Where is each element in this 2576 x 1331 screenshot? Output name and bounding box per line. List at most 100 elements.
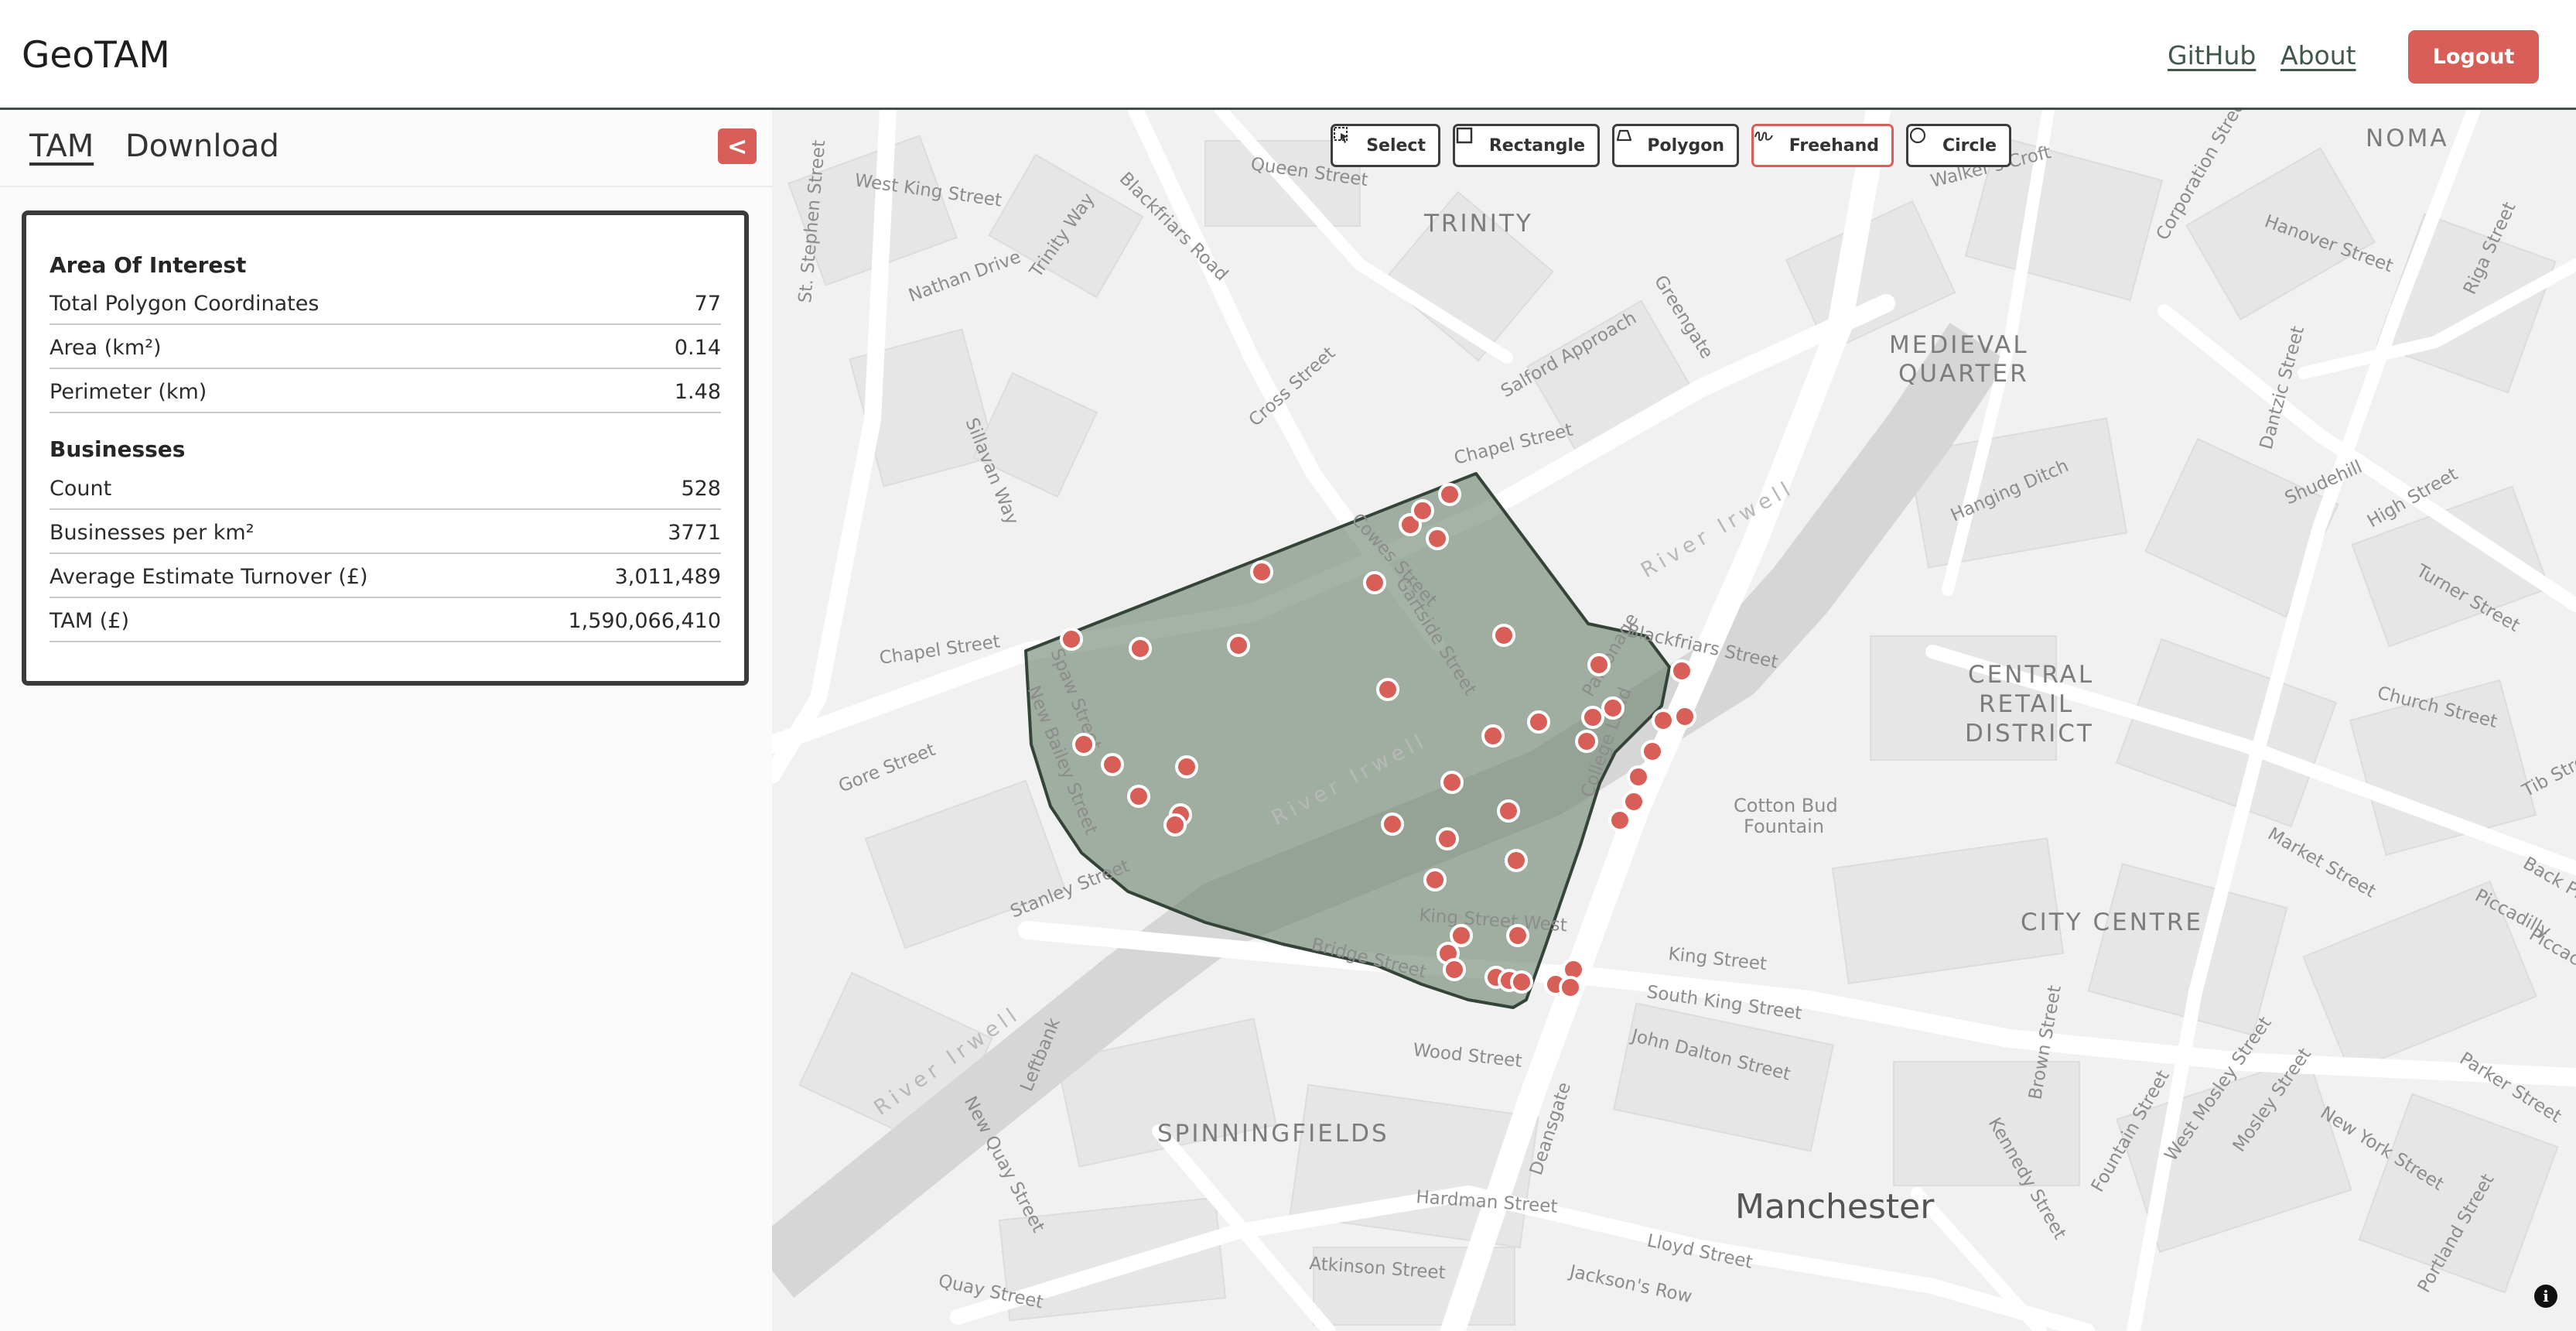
district-label: QUARTER <box>1898 360 2029 388</box>
business-marker[interactable] <box>1608 809 1631 832</box>
business-marker[interactable] <box>1127 785 1150 808</box>
stat-value: 1.48 <box>674 379 721 404</box>
stat-value: 3771 <box>668 520 721 545</box>
business-marker[interactable] <box>1601 696 1625 720</box>
business-marker[interactable] <box>1673 705 1696 728</box>
business-marker[interactable] <box>1506 924 1529 947</box>
business-marker[interactable] <box>1505 849 1528 872</box>
stat-row: Total Polygon Coordinates 77 <box>50 283 721 325</box>
street-label: Nathan Drive <box>906 247 1023 306</box>
district-label: RETAIL <box>1979 690 2074 718</box>
stat-row: Businesses per km² 3771 <box>50 512 721 554</box>
polygon-tool-button[interactable]: Polygon <box>1612 124 1739 167</box>
business-marker[interactable] <box>1443 958 1466 981</box>
business-marker[interactable] <box>1575 730 1598 753</box>
street-label: Lloyd Street <box>1645 1230 1754 1272</box>
business-marker[interactable] <box>1376 678 1399 701</box>
github-link[interactable]: GitHub <box>2168 40 2256 70</box>
district-label: CENTRAL <box>1968 661 2094 689</box>
circle-tool-button[interactable]: Circle <box>1906 124 2011 167</box>
rectangle-icon <box>1456 127 1481 156</box>
stat-value: 0.14 <box>674 335 721 360</box>
business-marker[interactable] <box>1436 827 1459 850</box>
business-marker[interactable] <box>1510 970 1533 994</box>
map-canvas[interactable]: TRINITY NOMA MEDIEVAL QUARTER CENTRAL RE… <box>772 110 2576 1331</box>
business-marker[interactable] <box>1227 634 1250 657</box>
stat-label: Businesses per km² <box>50 520 255 545</box>
map-layer[interactable]: TRINITY NOMA MEDIEVAL QUARTER CENTRAL RE… <box>772 110 2576 1331</box>
rectangle-tool-button[interactable]: Rectangle <box>1453 124 1600 167</box>
business-marker[interactable] <box>1363 571 1386 594</box>
stat-value: 528 <box>681 476 721 501</box>
business-marker[interactable] <box>1129 637 1152 660</box>
businesses-title: Businesses <box>50 436 186 462</box>
business-marker[interactable] <box>1559 976 1582 999</box>
business-marker[interactable] <box>1250 560 1273 583</box>
business-marker[interactable] <box>1163 813 1187 837</box>
logout-button[interactable]: Logout <box>2408 30 2539 84</box>
about-link[interactable]: About <box>2280 40 2356 70</box>
business-marker[interactable] <box>1581 706 1604 729</box>
business-marker[interactable] <box>1101 753 1124 776</box>
info-icon[interactable]: i <box>2534 1285 2557 1308</box>
business-marker[interactable] <box>1492 624 1515 647</box>
street-label: Market Street <box>2264 824 2379 902</box>
circle-icon <box>1909 127 1935 156</box>
sidebar: TAM Download < Area Of Interest Total Po… <box>0 110 772 1331</box>
street-label: Wood Street <box>1412 1040 1522 1072</box>
business-marker[interactable] <box>1060 628 1083 651</box>
stat-label: Average Estimate Turnover (£) <box>50 564 368 589</box>
tool-label: Select <box>1366 135 1426 156</box>
business-marker[interactable] <box>1381 813 1404 836</box>
river-label: River Irwell <box>1637 476 1799 583</box>
stat-row: Perimeter (km) 1.48 <box>50 371 721 413</box>
city-label: Manchester <box>1735 1187 1935 1227</box>
app-logo[interactable]: GeoTAM <box>22 34 170 77</box>
top-header: GeoTAM GitHub About Logout <box>0 0 2576 110</box>
business-marker[interactable] <box>1622 790 1645 813</box>
stat-value: 1,590,066,410 <box>568 608 721 633</box>
select-tool-button[interactable]: Select <box>1331 124 1440 167</box>
business-marker[interactable] <box>1072 733 1095 756</box>
business-marker[interactable] <box>1175 755 1198 778</box>
business-marker[interactable] <box>1627 765 1650 789</box>
business-marker[interactable] <box>1423 868 1447 891</box>
collapse-sidebar-button[interactable]: < <box>718 128 757 164</box>
area-of-interest-polygon[interactable] <box>1024 472 1671 1009</box>
tool-label: Circle <box>1942 135 1997 156</box>
stat-label: TAM (£) <box>50 608 129 633</box>
business-marker[interactable] <box>1641 740 1664 763</box>
business-marker[interactable] <box>1450 924 1473 947</box>
tab-download[interactable]: Download <box>125 128 279 164</box>
tab-tam[interactable]: TAM <box>29 128 94 164</box>
business-marker[interactable] <box>1670 659 1693 683</box>
stat-row: TAM (£) 1,590,066,410 <box>50 600 721 642</box>
district-label: TRINITY <box>1423 210 1533 238</box>
business-marker[interactable] <box>1438 483 1461 506</box>
business-marker[interactable] <box>1481 724 1505 748</box>
tool-label: Rectangle <box>1488 135 1585 156</box>
business-marker[interactable] <box>1652 709 1675 732</box>
stat-label: Area (km²) <box>50 335 162 360</box>
street-label: Tib Street <box>2519 743 2576 802</box>
business-marker[interactable] <box>1426 527 1449 550</box>
district-label: SPINNINGFIELDS <box>1157 1120 1389 1148</box>
stat-row: Count 528 <box>50 468 721 510</box>
stat-row: Area (km²) 0.14 <box>50 327 721 369</box>
business-marker[interactable] <box>1411 499 1434 522</box>
freehand-tool-button[interactable]: Freehand <box>1751 124 1894 167</box>
business-marker[interactable] <box>1527 710 1550 734</box>
poi-label: Cotton Bud <box>1734 795 1838 816</box>
stat-label: Perimeter (km) <box>50 379 207 404</box>
street-label: Piccac <box>2526 925 2576 970</box>
select-icon <box>1334 127 1358 156</box>
stat-label: Total Polygon Coordinates <box>50 291 319 316</box>
polygon-icon <box>1616 129 1639 156</box>
business-marker[interactable] <box>1497 799 1520 823</box>
street-label: King Street <box>1667 944 1768 974</box>
business-marker[interactable] <box>1440 771 1464 794</box>
stats-panel: Area Of Interest Total Polygon Coordinat… <box>22 210 749 686</box>
business-marker[interactable] <box>1587 653 1611 676</box>
street-label: Gore Street <box>836 740 938 797</box>
stat-row: Average Estimate Turnover (£) 3,011,489 <box>50 556 721 598</box>
